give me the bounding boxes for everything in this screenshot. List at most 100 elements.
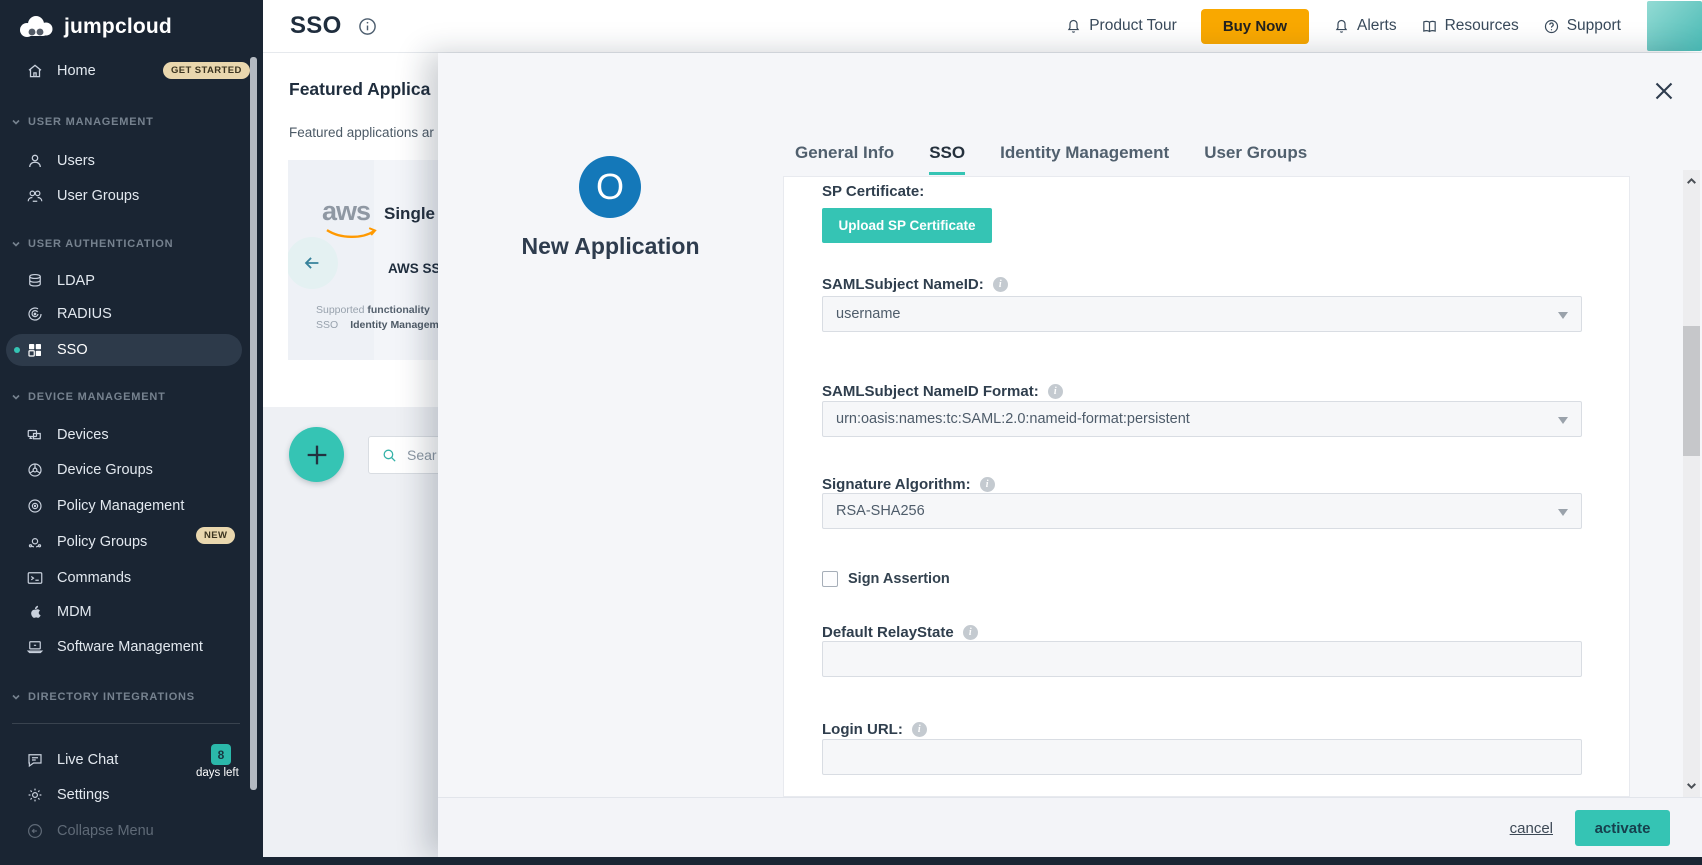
nameid-label: SAMLSubject NameID:i [822,276,1008,293]
sidebar-item-devices[interactable]: Devices [0,420,245,450]
chevron-up-icon[interactable] [1685,175,1698,188]
sidebar-item-label: Users [57,153,95,169]
resources-button[interactable]: Resources [1421,17,1519,35]
radar-icon [26,305,44,323]
sidebar-item-label: Policy Management [57,498,184,514]
support-label: Support [1567,17,1621,35]
nameid-format-label: SAMLSubject NameID Format:i [822,383,1063,400]
plus-icon [303,441,331,469]
collapse-arrow-icon [26,822,44,840]
sidebar-item-commands[interactable]: Commands [0,563,245,593]
sidebar-item-sso[interactable]: SSO [0,335,245,365]
trial-days-label: days left [196,767,239,779]
get-started-badge[interactable]: GET STARTED [163,62,250,79]
sidebar-item-users[interactable]: Users [0,146,245,176]
sidebar-item-radius[interactable]: RADIUS [0,299,245,329]
sidebar-item-collapse-menu[interactable]: Collapse Menu [0,816,245,846]
alerts-button[interactable]: Alerts [1333,17,1397,35]
apple-icon [26,603,44,621]
new-badge: NEW [196,527,235,544]
info-icon[interactable]: i [1048,384,1063,399]
sidebar-item-device-groups[interactable]: Device Groups [0,455,245,485]
add-application-button[interactable] [289,427,344,482]
terminal-icon [26,569,44,587]
devices-icon [26,426,44,444]
upload-sp-certificate-button[interactable]: Upload SP Certificate [822,208,992,243]
scrollbar-thumb[interactable] [1683,326,1700,456]
product-tour-button[interactable]: Product Tour [1065,17,1177,35]
modal-tabs: General Info SSO Identity Management Use… [795,143,1307,175]
trial-days-badge: 8 [211,744,231,765]
section-directory-integrations[interactable]: DIRECTORY INTEGRATIONS [28,691,195,703]
chevron-down-icon[interactable] [11,117,21,127]
tab-identity-management[interactable]: Identity Management [1000,143,1169,175]
sidebar-item-label: Collapse Menu [57,823,154,839]
sidebar-divider [12,723,240,724]
sidebar-item-user-groups[interactable]: User Groups [0,181,245,211]
caret-down-icon [1558,312,1568,319]
nameid-format-select[interactable]: urn:oasis:names:tc:SAML:2.0:nameid-forma… [822,401,1582,437]
info-icon[interactable]: i [963,625,978,640]
section-user-management[interactable]: USER MANAGEMENT [28,116,154,128]
section-user-authentication[interactable]: USER AUTHENTICATION [28,238,173,250]
sidebar-item-label: Devices [57,427,109,443]
activate-button[interactable]: activate [1575,810,1670,846]
sidebar-item-software-management[interactable]: Software Management [0,632,245,662]
sidebar-item-label: RADIUS [57,306,112,322]
info-icon[interactable] [358,17,377,36]
carousel-back-button[interactable] [288,237,338,289]
login-url-input[interactable] [822,739,1582,775]
jumpcloud-cloud-icon [16,14,56,40]
sign-assertion-checkbox[interactable] [822,571,838,587]
laptop-icon [26,638,44,656]
info-icon[interactable]: i [980,477,995,492]
caret-down-icon [1558,417,1568,424]
default-relaystate-label: Default RelayStatei [822,624,978,641]
sign-assertion-checkbox-row[interactable]: Sign Assertion [822,571,950,587]
sidebar-item-label: SSO [57,342,88,358]
modal-scrollbar[interactable] [1683,170,1700,797]
application-logo: O [579,156,641,218]
sign-assertion-label: Sign Assertion [848,571,950,587]
modal-footer: cancel activate [438,797,1702,857]
sidebar-item-label: Home [57,63,96,79]
info-icon[interactable]: i [912,722,927,737]
user-icon [26,152,44,170]
sidebar-item-settings[interactable]: Settings [0,780,245,810]
chevron-down-icon[interactable] [1685,779,1698,792]
close-button[interactable] [1652,79,1676,103]
chevron-down-icon[interactable] [11,692,21,702]
default-relaystate-input[interactable] [822,641,1582,677]
sidebar-item-label: MDM [57,604,92,620]
signature-algorithm-select[interactable]: RSA-SHA256 [822,493,1582,529]
tab-user-groups[interactable]: User Groups [1204,143,1307,175]
sidebar-item-ldap[interactable]: LDAP [0,266,245,296]
sidebar-scrollbar-thumb[interactable] [250,57,257,790]
nameid-select[interactable]: username [822,296,1582,332]
chevron-down-icon[interactable] [11,392,21,402]
sidebar-item-label: Policy Groups [57,534,147,550]
section-device-management[interactable]: DEVICE MANAGEMENT [28,391,166,403]
logo-text: jumpcloud [64,15,172,39]
sidebar-item-mdm[interactable]: MDM [0,597,245,627]
sidebar-item-label: Commands [57,570,131,586]
tab-sso[interactable]: SSO [929,143,965,175]
info-icon[interactable]: i [993,277,1008,292]
sso-form-panel: SP Certificate: Upload SP Certificate SA… [783,176,1630,797]
modal-title: New Application [438,233,783,260]
target-icon [26,497,44,515]
support-button[interactable]: Support [1543,17,1621,35]
signature-algorithm-label: Signature Algorithm:i [822,476,995,493]
aws-card-tags: SSOIdentity Managemen [316,319,451,331]
sidebar-item-label: User Groups [57,188,139,204]
login-url-label: Login URL:i [822,721,927,738]
tab-general-info[interactable]: General Info [795,143,894,175]
cancel-button[interactable]: cancel [1510,820,1553,837]
new-application-modal: O New Application General Info SSO Ident… [438,53,1702,857]
chevron-down-icon[interactable] [11,239,21,249]
jumpcloud-logo[interactable]: jumpcloud [16,14,172,40]
user-avatar[interactable] [1647,1,1702,51]
aws-supported-functionality: Supported functionality [316,304,430,316]
sidebar-item-policy-management[interactable]: Policy Management [0,491,245,521]
buy-now-button[interactable]: Buy Now [1201,9,1309,44]
